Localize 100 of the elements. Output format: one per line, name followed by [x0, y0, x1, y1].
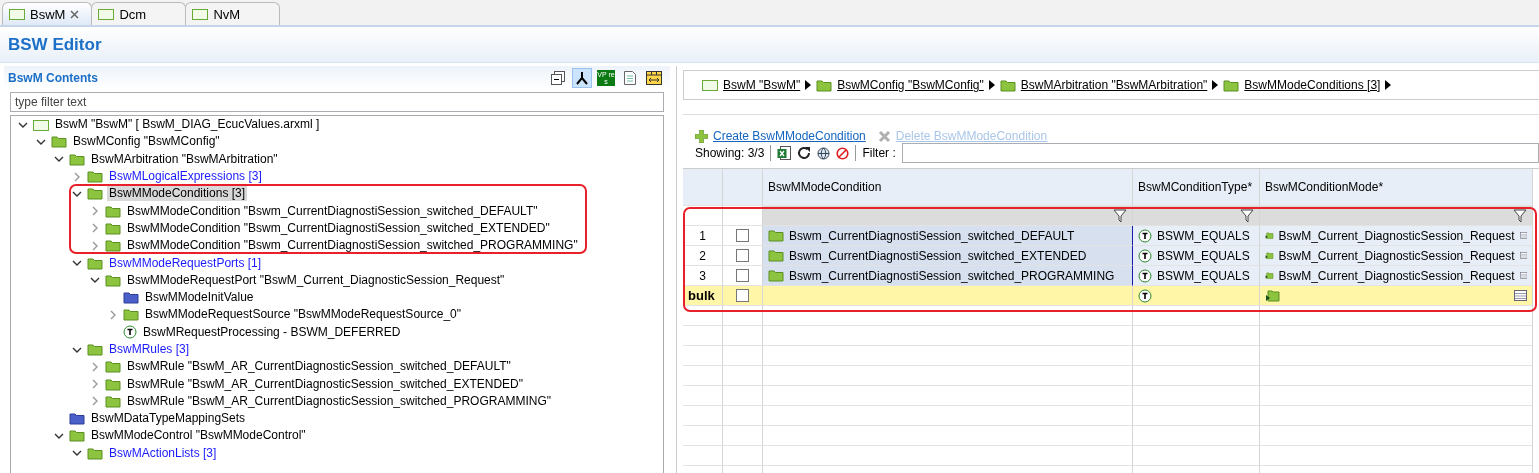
tree-item[interactable]: BswMDataTypeMappingSets — [89, 411, 248, 427]
folder-icon — [51, 135, 67, 149]
row-checkbox[interactable] — [736, 249, 749, 262]
module-icon — [98, 8, 115, 20]
row-number: 1 — [683, 226, 723, 246]
mode-icon — [1265, 289, 1280, 302]
breadcrumb-link[interactable]: BswMArbitration "BswMArbitration" — [1020, 78, 1208, 92]
folder-icon — [1223, 78, 1240, 92]
table-filter-field[interactable] — [901, 143, 1539, 163]
close-icon[interactable] — [70, 9, 80, 19]
module-icon — [702, 79, 718, 91]
tree-item[interactable]: BswMActionLists [3] — [107, 445, 219, 461]
row-number: 2 — [683, 246, 723, 266]
type-icon — [1138, 288, 1152, 303]
folder-icon — [768, 229, 784, 242]
mode-icon — [1265, 269, 1274, 282]
tree-item[interactable]: BswMModeInitValue — [143, 290, 256, 306]
folder-icon — [105, 377, 121, 391]
filter-label: Filter : — [862, 146, 896, 160]
no-entry-icon[interactable] — [836, 146, 850, 160]
column-header[interactable]: BswMConditionType* — [1133, 169, 1260, 206]
folder-icon — [87, 170, 103, 184]
breadcrumb-link[interactable]: BswM "BswM" — [723, 78, 801, 92]
folder-icon — [87, 187, 103, 201]
row-checkbox[interactable] — [736, 229, 749, 242]
module-icon — [9, 8, 25, 20]
toolbar-button[interactable] — [548, 68, 568, 88]
column-header[interactable]: BswMModeCondition — [763, 169, 1133, 206]
filter-icon[interactable] — [1113, 208, 1127, 223]
column-filter-cell[interactable] — [763, 206, 1133, 226]
create-link[interactable]: Create BswMModeCondition — [695, 129, 866, 143]
panel-title: BswM Contents — [8, 71, 98, 85]
folder-icon — [87, 256, 103, 270]
folder-icon — [105, 394, 121, 408]
arrow-icon — [1212, 80, 1219, 90]
tree-item[interactable]: BswMRule "BswM_AR_CurrentDiagnosticSession_switched_PROGRAMMING" — [125, 393, 553, 409]
delete-icon — [877, 129, 891, 143]
branch-icon — [575, 71, 589, 85]
tree-item[interactable]: BswMConfig "BswMConfig" — [71, 134, 222, 150]
filter-icon[interactable] — [1240, 208, 1254, 223]
tree-item[interactable]: BswMModeConditions [3] — [107, 186, 248, 202]
table-cell: BswM_Current_DiagnosticSession_Request — [1260, 226, 1533, 246]
bulk-checkbox[interactable] — [736, 289, 749, 302]
toolbar-button[interactable] — [644, 68, 664, 88]
bulk-label: bulk — [683, 286, 723, 306]
filter-icon[interactable] — [1513, 208, 1527, 223]
toolbar-button[interactable] — [572, 68, 592, 88]
breadcrumb-link[interactable]: BswMConfig "BswMConfig" — [837, 78, 984, 92]
tree-item[interactable]: BswMRule "BswM_AR_CurrentDiagnosticSession_switched_EXTENDED" — [125, 376, 525, 392]
tree-item[interactable]: BswMLogicalExpressions [3] — [107, 169, 264, 185]
table-cell: BSWM_EQUALS — [1133, 226, 1260, 246]
mode-icon — [1265, 229, 1274, 242]
row-number: 3 — [683, 266, 723, 286]
folder-icon — [87, 343, 103, 356]
tree-item[interactable]: BswMRequestProcessing - BSWM_DEFERRED — [141, 324, 403, 340]
folder-icon — [105, 239, 121, 253]
tree-item[interactable]: BswMModeRequestPorts [1] — [107, 255, 264, 271]
table-icon[interactable] — [1514, 290, 1527, 301]
column-header[interactable]: BswMConditionMode* — [1260, 169, 1533, 206]
folder-icon — [105, 273, 121, 287]
tree-item[interactable]: BswMModeCondition "Bswm_CurrentDiagnostiSession_switched_DEFAULT" — [125, 203, 540, 219]
folder-icon — [69, 412, 85, 426]
document-icon — [624, 71, 636, 85]
tree-item[interactable]: BswMRules [3] — [107, 342, 192, 357]
tree-item[interactable]: BswMArbitration "BswMArbitration" — [89, 151, 280, 167]
column-filter-cell[interactable] — [1260, 206, 1533, 226]
tree-item[interactable]: BswMModeRequestPort "BswM_Current_DiagnosticSession_Request" — [125, 272, 507, 288]
editor-title: BSW Editor — [8, 34, 102, 55]
tree-item[interactable]: BswMModeCondition "Bswm_CurrentDiagnostiSession_switched_PROGRAMMING" — [125, 238, 580, 254]
folder-icon — [69, 152, 85, 166]
folder-icon — [768, 249, 784, 262]
column-filter-cell[interactable] — [1133, 206, 1260, 226]
globe-icon[interactable] — [817, 146, 831, 160]
mode-icon — [1265, 249, 1274, 262]
table-cell: Bswm_CurrentDiagnostiSession_switched_DEFAULT — [763, 226, 1133, 246]
editor-tab[interactable]: NvM — [185, 2, 281, 25]
tree-item[interactable]: BswMModeControl "BswMModeControl" — [89, 428, 308, 444]
module-icon — [192, 8, 209, 20]
filter-field[interactable]: type filter text — [10, 92, 664, 112]
editor-tab[interactable]: BswM — [2, 2, 93, 25]
arrow-icon — [988, 80, 995, 90]
tree-item[interactable]: BswM "BswM" [ BswM_DIAG_EcucValues.arxml ] — [53, 117, 322, 133]
tree-item[interactable]: BswMRule "BswM_AR_CurrentDiagnosticSession_switched_DEFAULT" — [125, 359, 513, 375]
refresh-icon[interactable] — [797, 146, 812, 160]
type-icon — [123, 325, 137, 340]
tree-item[interactable]: BswMModeRequestSource "BswMModeRequestSource_0" — [143, 307, 463, 323]
folder-icon — [123, 308, 139, 322]
module-icon — [33, 118, 49, 131]
folder-icon — [123, 291, 139, 305]
row-checkbox[interactable] — [736, 269, 749, 282]
breadcrumb-link[interactable]: BswMModeConditions [3] — [1244, 78, 1381, 92]
table-cell: BSWM_EQUALS — [1133, 266, 1260, 286]
arrow-icon — [1385, 80, 1392, 90]
table-cell: Bswm_CurrentDiagnostiSession_switched_EXTENDED — [763, 246, 1133, 266]
table-cell: BswM_Current_DiagnosticSession_Request — [1260, 246, 1533, 266]
folder-icon — [87, 446, 103, 460]
arrow-icon — [805, 80, 812, 90]
folder-icon — [105, 204, 121, 218]
excel-icon[interactable] — [777, 145, 792, 161]
tree-item[interactable]: BswMModeCondition "Bswm_CurrentDiagnostiSession_switched_EXTENDED" — [125, 220, 552, 236]
